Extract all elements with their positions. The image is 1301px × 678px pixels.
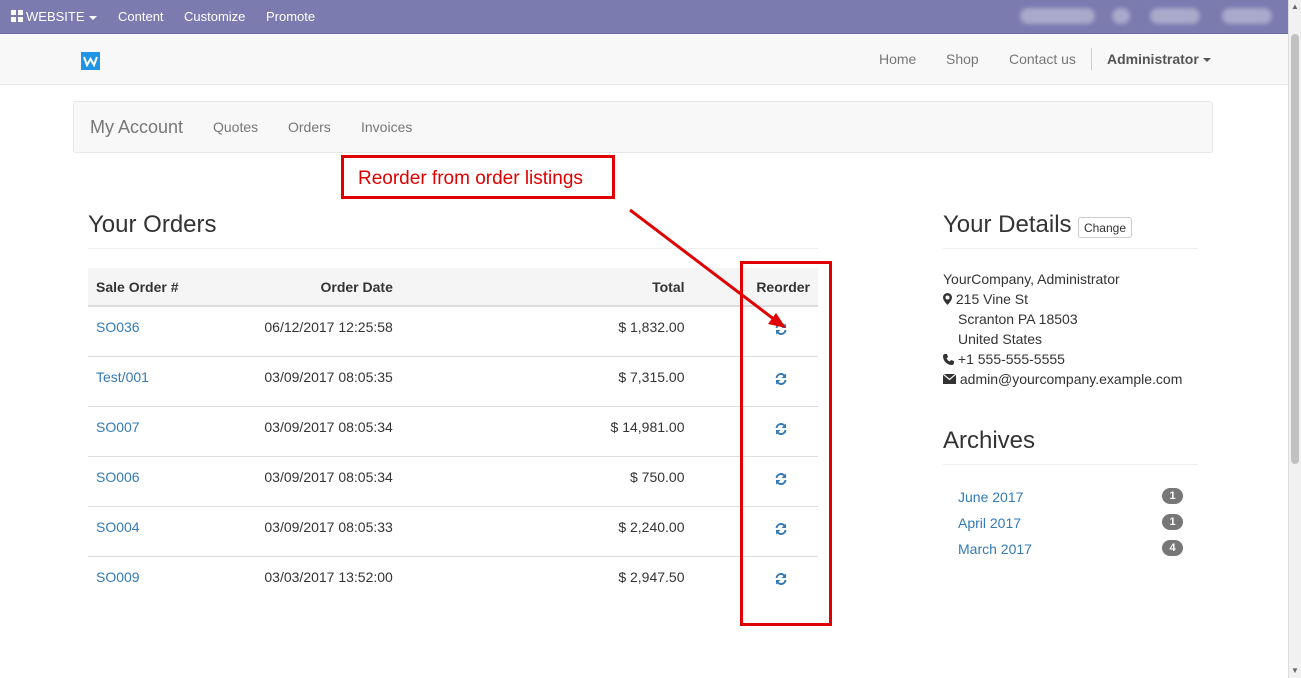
apps-icon — [11, 10, 23, 22]
order-date: 03/09/2017 08:05:33 — [244, 505, 401, 556]
order-date: 03/09/2017 08:05:34 — [244, 455, 401, 506]
content-menu[interactable]: Content — [118, 0, 164, 33]
account-navbar: My Account Quotes Orders Invoices — [73, 101, 1213, 153]
order-link[interactable]: SO009 — [96, 569, 140, 585]
table-row: Test/001 03/09/2017 08:05:35 $ 7,315.00 — [88, 355, 818, 406]
order-date: 06/12/2017 12:25:58 — [264, 319, 393, 335]
archive-link-june-2017[interactable]: June 2017 — [958, 489, 1023, 505]
blurred-control — [1222, 8, 1272, 24]
account-tab-orders[interactable]: Orders — [288, 102, 331, 152]
col-sale-order: Sale Order # — [88, 268, 245, 307]
details-title: Your Details — [943, 211, 1072, 238]
phone-icon — [943, 354, 954, 365]
nav-divider — [1091, 48, 1092, 70]
map-marker-icon — [943, 293, 952, 305]
order-link[interactable]: SO007 — [96, 419, 140, 435]
website-menu[interactable]: WEBSITE — [11, 0, 97, 33]
col-order-date: Order Date — [244, 268, 401, 307]
order-total: $ 1,832.00 — [618, 319, 685, 335]
user-menu[interactable]: Administrator — [1107, 34, 1211, 84]
customize-menu[interactable]: Customize — [184, 0, 245, 33]
blurred-control — [1112, 8, 1130, 24]
orders-title-divider — [88, 248, 818, 249]
address-city: Scranton PA 18503 — [958, 311, 1078, 327]
chevron-down-icon — [1202, 58, 1211, 63]
count-badge: 1 — [1162, 488, 1183, 504]
user-name: Administrator — [1107, 51, 1199, 67]
account-tab-invoices[interactable]: Invoices — [361, 102, 412, 152]
archives-title-divider — [943, 464, 1198, 465]
table-row: SO036 06/12/2017 12:25:58 $ 1,832.00 — [88, 306, 818, 356]
scroll-down-icon[interactable]: ▼ — [1291, 666, 1299, 675]
table-row: SO007 03/09/2017 08:05:34 $ 14,981.00 — [88, 405, 818, 456]
order-total: $ 2,947.50 — [400, 555, 693, 606]
phone-number: +1 555-555-5555 — [957, 351, 1065, 367]
order-date: 03/09/2017 08:05:35 — [244, 355, 401, 406]
order-link[interactable]: SO004 — [96, 519, 140, 535]
order-total: $ 750.00 — [400, 455, 693, 506]
count-badge: 4 — [1162, 540, 1183, 556]
contact-name: YourCompany, Administrator — [943, 271, 1120, 287]
logo-icon[interactable] — [81, 52, 100, 70]
details-title-divider — [943, 248, 1198, 249]
reorder-highlight-box — [740, 261, 832, 626]
blurred-control — [1020, 8, 1095, 24]
order-total: $ 7,315.00 — [400, 355, 693, 406]
email-address: admin@yourcompany.example.com — [959, 371, 1183, 387]
nav-contact-us[interactable]: Contact us — [1009, 34, 1076, 84]
order-total: $ 14,981.00 — [400, 405, 693, 456]
orders-table: Sale Order # Order Date Total Reorder SO… — [88, 268, 818, 606]
scrollbar-thumb[interactable] — [1291, 34, 1299, 464]
orders-title: Your Orders — [88, 211, 217, 238]
table-header: Sale Order # Order Date Total Reorder — [88, 268, 818, 307]
order-total: $ 2,240.00 — [400, 505, 693, 556]
order-link[interactable]: Test/001 — [96, 369, 149, 385]
change-button[interactable]: Change — [1078, 217, 1132, 238]
admin-bar: WEBSITE Content Customize Promote — [0, 0, 1288, 34]
annotation-callout: Reorder from order listings — [341, 155, 615, 199]
table-row: SO004 03/09/2017 08:05:33 $ 2,240.00 — [88, 505, 818, 556]
table-row: SO009 03/03/2017 13:52:00 $ 2,947.50 — [88, 555, 818, 606]
site-header: Home Shop Contact us Administrator — [0, 34, 1288, 85]
account-brand[interactable]: My Account — [90, 102, 183, 152]
archive-link-march-2017[interactable]: March 2017 — [958, 541, 1032, 557]
nav-home[interactable]: Home — [879, 34, 916, 84]
blurred-control — [1150, 8, 1200, 24]
order-link[interactable]: SO006 — [96, 469, 140, 485]
order-link[interactable]: SO036 — [96, 319, 140, 335]
count-badge: 1 — [1162, 514, 1183, 530]
order-date: 03/03/2017 13:52:00 — [244, 555, 401, 606]
archive-link-april-2017[interactable]: April 2017 — [958, 515, 1021, 531]
promote-menu[interactable]: Promote — [266, 0, 315, 33]
archives-title: Archives — [943, 427, 1036, 454]
chevron-down-icon — [88, 15, 97, 20]
email-line: admin@yourcompany.example.com — [942, 371, 1183, 387]
callout-text: Reorder from order listings — [358, 168, 583, 189]
phone-line: +1 555-555-5555 — [943, 351, 1065, 367]
col-total: Total — [400, 268, 693, 307]
address-country: United States — [958, 331, 1043, 347]
scroll-up-icon[interactable]: ▲ — [1291, 2, 1299, 11]
nav-shop[interactable]: Shop — [946, 34, 979, 84]
table-row: SO006 03/09/2017 08:05:34 $ 750.00 — [88, 455, 818, 506]
envelope-icon — [942, 373, 957, 384]
order-date: 03/09/2017 08:05:34 — [244, 405, 401, 456]
address-street-line: 215 Vine St — [943, 291, 1028, 307]
page-scrollbar[interactable]: ▲ ▼ — [1288, 0, 1301, 678]
website-label: WEBSITE — [26, 9, 85, 24]
address-street: 215 Vine St — [955, 291, 1029, 307]
account-tab-quotes[interactable]: Quotes — [213, 102, 258, 152]
